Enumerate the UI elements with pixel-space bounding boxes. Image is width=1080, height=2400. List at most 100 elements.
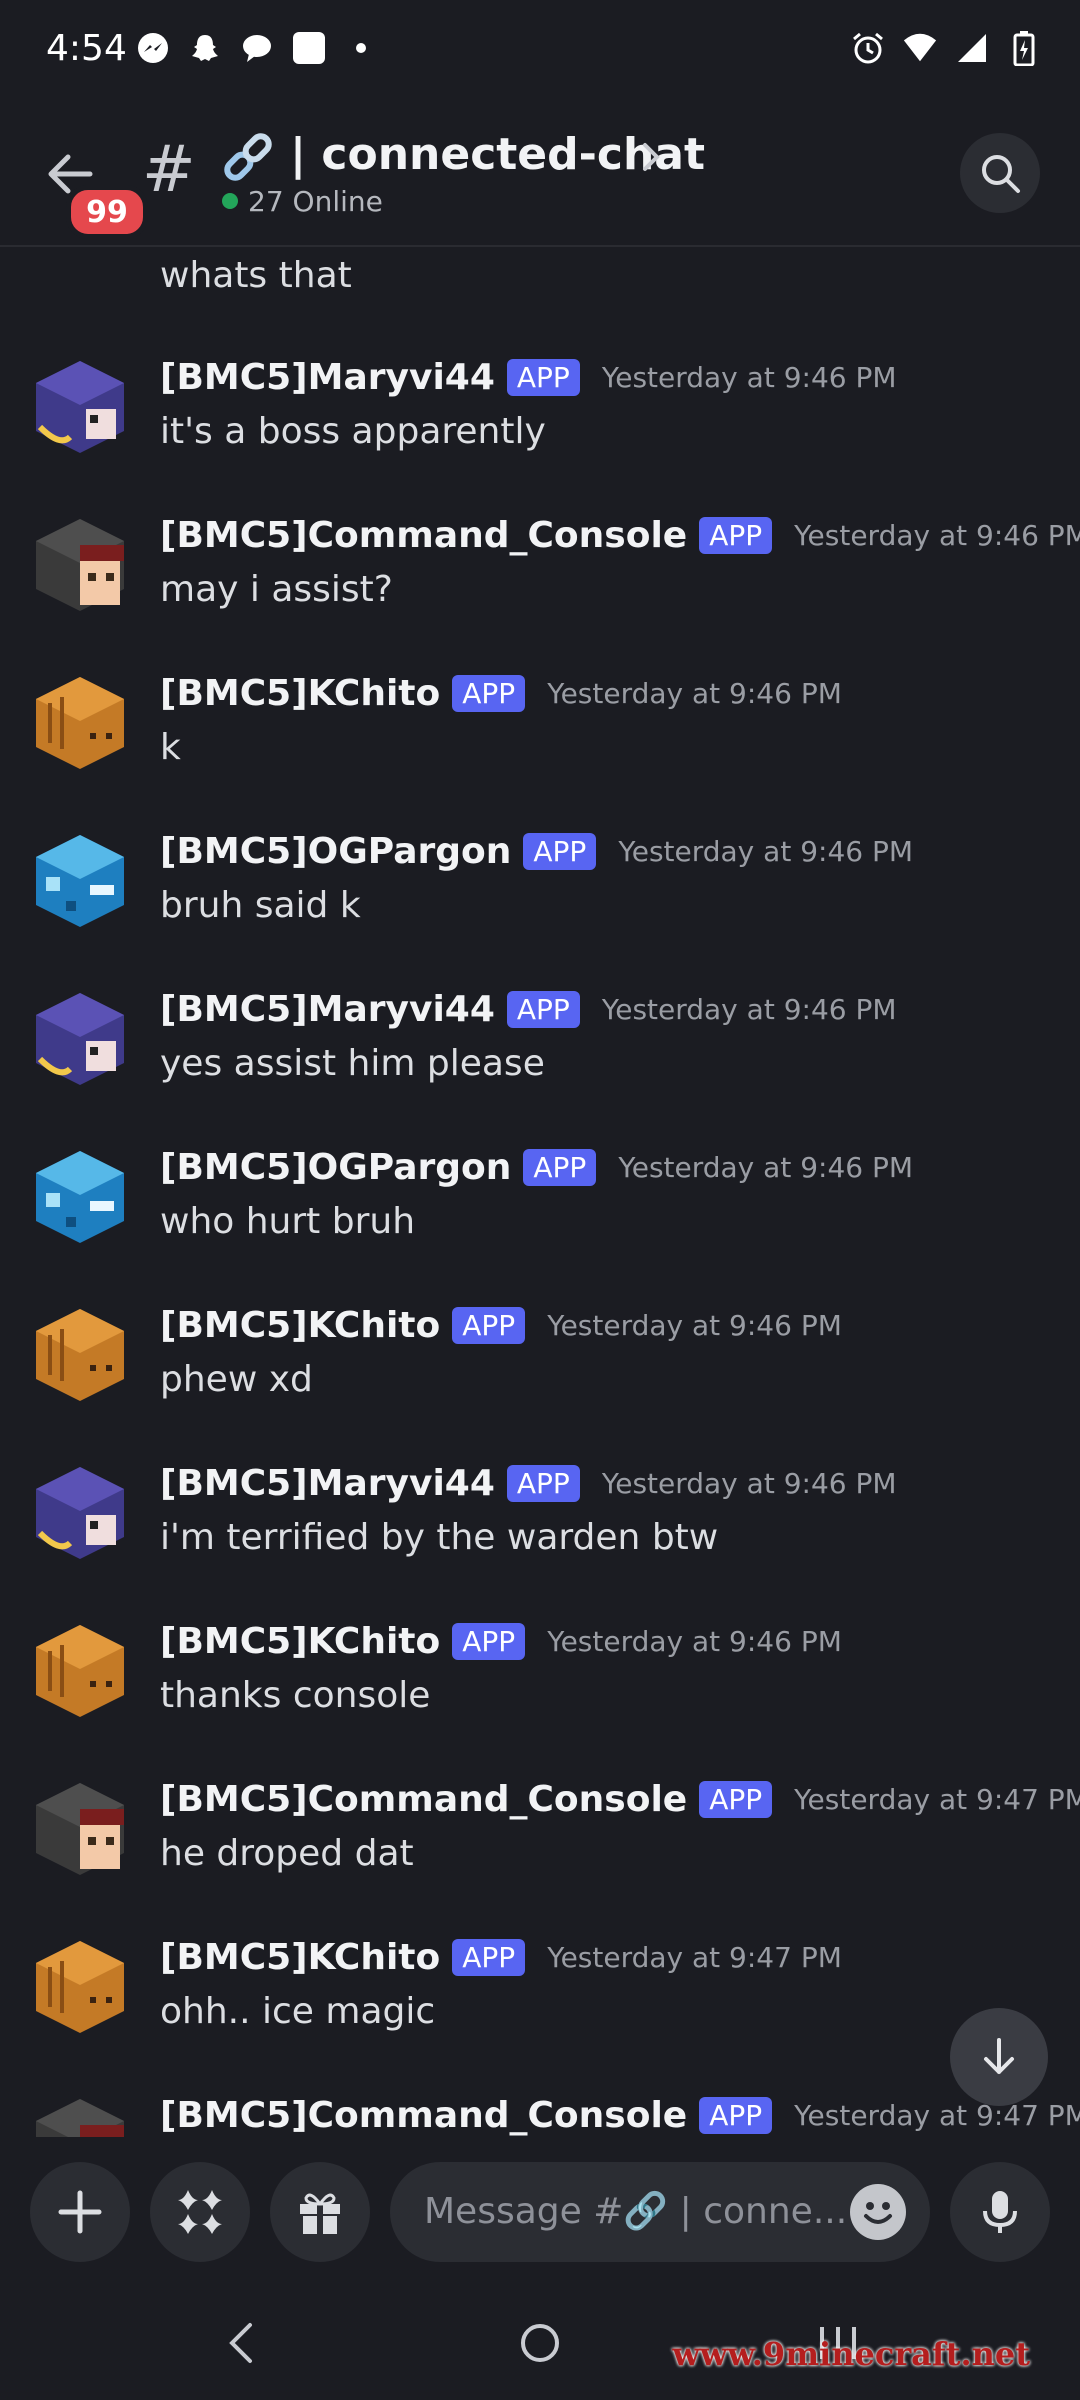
jump-to-present-button[interactable] [950,2008,1048,2106]
app-badge: APP [506,1465,580,1502]
message-text: phew xd [160,1359,313,1400]
username[interactable]: [BMC5]KChito [160,1305,440,1346]
timestamp: Yesterday at 9:46 PM [547,1625,842,1658]
timestamp: Yesterday at 9:46 PM [601,993,897,1026]
message-text: who hurt bruh [160,1201,416,1242]
system-navigation-bar: www.9minecraft.net [0,2285,1080,2400]
gift-icon [300,2193,340,2234]
app-badge: APP [699,2097,773,2134]
app-badge: APP [452,1939,526,1976]
username[interactable]: [BMC5]Command_Console [160,515,687,556]
timestamp: Yesterday at 9:46 PM [794,519,1080,552]
emoji-smile-icon [864,2202,892,2224]
avatar-ogpargon[interactable] [30,831,130,931]
avatar-kchito[interactable] [30,1937,130,2037]
chat-bubbles-icon [239,30,275,66]
avatar-kchito[interactable] [30,1621,130,1721]
avatar-maryvi44[interactable] [30,989,130,1089]
chevron-right-icon[interactable] [636,137,666,177]
message-list[interactable]: whats that [BMC5]Maryvi44 APP Yesterday … [0,247,1080,2137]
emoji-button[interactable] [850,2184,906,2240]
timestamp: Yesterday at 9:46 PM [601,1467,897,1500]
message-text: it's a boss apparently [160,411,546,452]
more-notifications-dot-icon [343,30,379,66]
search-icon [982,155,1020,193]
wifi-icon [902,30,938,66]
message-text: may i assist? [160,569,393,610]
text-channel-hash-icon: # [142,133,196,207]
nav-back-chevron-icon [229,2323,252,2363]
app-badge: APP [523,833,597,870]
arrow-down-icon [984,2038,1014,2074]
gift-button[interactable] [270,2162,370,2262]
timestamp: Yesterday at 9:47 PM [794,2099,1080,2132]
watermark-text: www.9minecraft.net [672,2335,1030,2373]
username[interactable]: [BMC5]Maryvi44 [160,357,495,398]
username[interactable]: [BMC5]KChito [160,1621,440,1662]
search-button[interactable] [960,133,1040,213]
nav-back-button[interactable] [212,2313,272,2373]
message-composer: Message #🔗 | conne... [0,2140,1080,2285]
message-input-placeholder: Message #🔗 | conne... [424,2191,848,2232]
snapchat-icon [187,30,223,66]
nav-home-circle-icon [521,2324,559,2362]
app-badge: APP [506,359,580,396]
messenger-icon [135,30,171,66]
message-text: bruh said k [160,885,361,926]
unread-badge: 99 [66,185,148,239]
channel-header: 99 # | connected-chat 27 Online [0,105,1080,247]
avatar-command-console[interactable] [30,2095,130,2137]
online-status-dot [222,193,238,209]
message-input[interactable]: Message #🔗 | conne... [390,2162,930,2262]
timestamp: Yesterday at 9:46 PM [547,677,842,710]
username[interactable]: [BMC5]KChito [160,1937,440,1978]
username[interactable]: [BMC5]Command_Console [160,1779,687,1820]
voice-message-button[interactable] [950,2162,1050,2262]
app-badge: APP [699,517,773,554]
username[interactable]: [BMC5]Command_Console [160,2095,687,2136]
message-text: ohh.. ice magic [160,1991,436,2032]
username[interactable]: [BMC5]Maryvi44 [160,989,495,1030]
alarm-icon [850,30,886,66]
add-attachment-button[interactable] [30,2162,130,2262]
plus-icon [58,2190,102,2234]
timestamp: Yesterday at 9:46 PM [618,1151,914,1184]
timestamp: Yesterday at 9:47 PM [794,1783,1080,1816]
message-text: yes assist him please [160,1043,545,1084]
app-badge: APP [452,1623,526,1660]
link-icon [218,127,278,187]
timestamp: Yesterday at 9:46 PM [601,361,897,394]
avatar-maryvi44[interactable] [30,357,130,457]
avatar-command-console[interactable] [30,1779,130,1879]
app-square-icon [291,30,327,66]
apps-sparkle-icon [178,2190,222,2234]
username[interactable]: [BMC5]OGPargon [160,1147,511,1188]
avatar-kchito[interactable] [30,673,130,773]
app-badge: APP [506,991,580,1028]
status-time: 4:54 [46,28,127,69]
avatar-ogpargon[interactable] [30,1147,130,1247]
app-badge: APP [699,1781,773,1818]
app-badge: APP [452,675,526,712]
battery-icon [1006,30,1042,66]
app-badge: APP [523,1149,597,1186]
message-text: whats that [160,255,352,296]
app-badge: APP [452,1307,526,1344]
avatar-kchito[interactable] [30,1305,130,1405]
apps-button[interactable] [150,2162,250,2262]
message-text: he droped dat [160,1833,414,1874]
username[interactable]: [BMC5]KChito [160,673,440,714]
online-count: 27 Online [248,185,383,218]
avatar-command-console[interactable] [30,515,130,615]
timestamp: Yesterday at 9:46 PM [547,1309,842,1342]
nav-home-button[interactable] [510,2313,570,2373]
message-text: i'm terrified by the warden btw [160,1517,719,1558]
username[interactable]: [BMC5]OGPargon [160,831,511,872]
message-text: k [160,727,181,768]
avatar-maryvi44[interactable] [30,1463,130,1563]
username[interactable]: [BMC5]Maryvi44 [160,1463,495,1504]
status-bar: 4:54 [0,0,1080,105]
microphone-icon [983,2191,1017,2233]
timestamp: Yesterday at 9:47 PM [547,1941,842,1974]
signal-icon [954,30,990,66]
